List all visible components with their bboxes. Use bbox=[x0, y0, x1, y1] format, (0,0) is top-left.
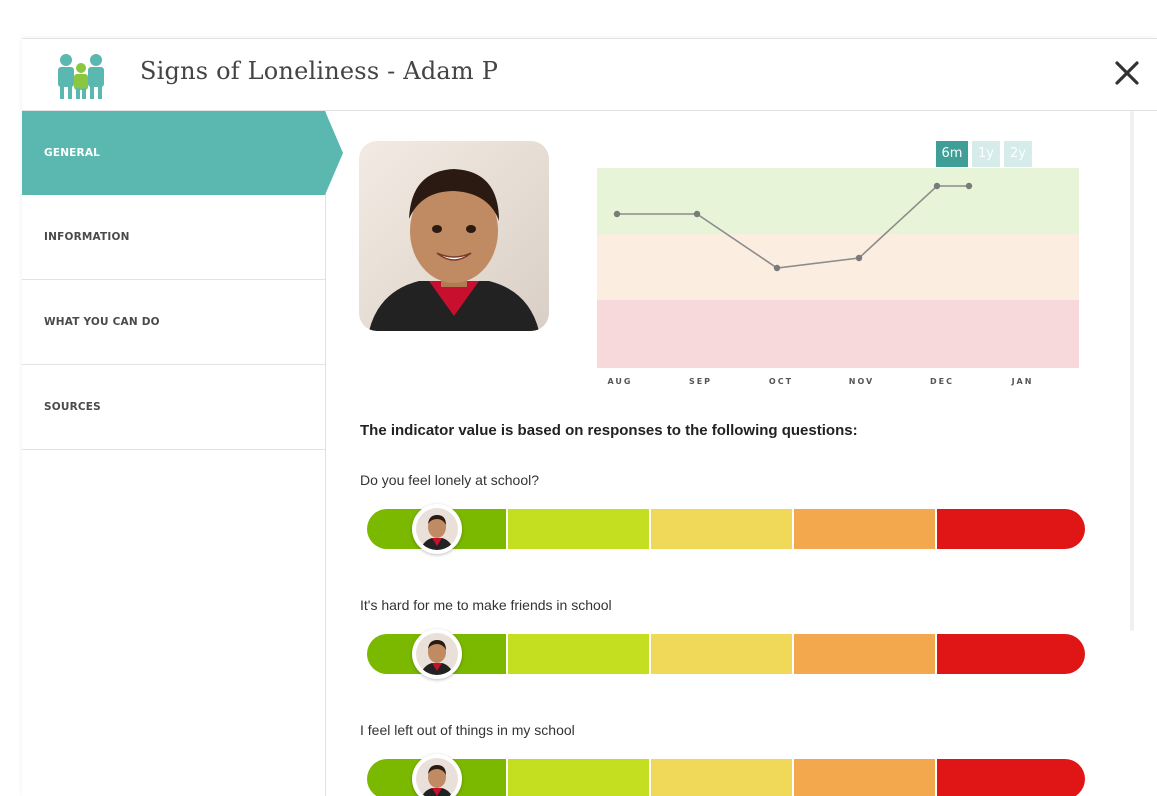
scale-segment bbox=[651, 759, 792, 796]
data-point bbox=[933, 182, 941, 190]
data-point bbox=[773, 264, 781, 272]
indicator-line-chart: AUG SEP OCT NOV DEC JAN bbox=[597, 168, 1079, 386]
sidebar-item-label: SOURCES bbox=[44, 401, 101, 413]
data-point bbox=[613, 210, 621, 218]
scale-segment bbox=[508, 509, 649, 549]
scale-segment bbox=[651, 634, 792, 674]
student-photo bbox=[359, 141, 549, 331]
modal-header: Signs of Loneliness - Adam P bbox=[22, 39, 1157, 111]
range-1y-button[interactable]: 1y bbox=[972, 141, 1000, 167]
main-content: 6m 1y 2y AUG SEP OCT NOV DEC JAN The indicato… bbox=[326, 111, 1126, 796]
response-scale bbox=[367, 634, 1085, 674]
sidebar-item-label: WHAT YOU CAN DO bbox=[44, 316, 160, 328]
sidebar-item-what-you-can-do[interactable]: WHAT YOU CAN DO bbox=[22, 280, 325, 365]
scale-segment bbox=[937, 759, 1085, 796]
question-label: It's hard for me to make friends in scho… bbox=[360, 597, 612, 613]
data-point bbox=[965, 182, 973, 190]
student-marker-avatar bbox=[412, 754, 462, 796]
sidebar-item-label: INFORMATION bbox=[44, 231, 130, 243]
student-marker-avatar bbox=[412, 504, 462, 554]
scale-segment bbox=[651, 509, 792, 549]
scale-segment bbox=[794, 634, 935, 674]
page-title: Signs of Loneliness - Adam P bbox=[140, 57, 499, 85]
x-tick-label: AUG bbox=[607, 377, 632, 386]
chart-band bbox=[597, 234, 1079, 300]
content-scrollbar[interactable] bbox=[1126, 111, 1138, 796]
range-6m-button[interactable]: 6m bbox=[936, 141, 968, 167]
scale-segment bbox=[937, 509, 1085, 549]
close-icon[interactable] bbox=[1112, 58, 1142, 88]
chart-band bbox=[597, 300, 1079, 368]
x-tick-label: NOV bbox=[849, 377, 874, 386]
scale-segment bbox=[508, 759, 649, 796]
sidebar: GENERAL INFORMATION WHAT YOU CAN DO SOUR… bbox=[22, 111, 326, 796]
data-point bbox=[855, 254, 863, 262]
indicator-modal: Signs of Loneliness - Adam P GENERAL INF… bbox=[22, 38, 1157, 796]
x-tick-label: OCT bbox=[769, 377, 793, 386]
response-scale bbox=[367, 509, 1085, 549]
x-tick-label: JAN bbox=[1011, 377, 1034, 386]
student-marker-avatar bbox=[412, 629, 462, 679]
x-tick-label: SEP bbox=[689, 377, 712, 386]
chart-band bbox=[597, 168, 1079, 234]
sidebar-item-sources[interactable]: SOURCES bbox=[22, 365, 325, 450]
scale-segment bbox=[794, 509, 935, 549]
response-scale bbox=[367, 759, 1085, 796]
scale-segment bbox=[508, 634, 649, 674]
question-label: I feel left out of things in my school bbox=[360, 722, 575, 738]
question-label: Do you feel lonely at school? bbox=[360, 472, 539, 488]
sidebar-item-general[interactable]: GENERAL bbox=[22, 111, 325, 195]
scale-segment bbox=[937, 634, 1085, 674]
scrollbar-thumb[interactable] bbox=[1130, 111, 1134, 631]
scale-segment bbox=[794, 759, 935, 796]
sidebar-item-information[interactable]: INFORMATION bbox=[22, 195, 325, 280]
range-2y-button[interactable]: 2y bbox=[1004, 141, 1032, 167]
family-group-icon bbox=[58, 54, 104, 99]
x-tick-label: DEC bbox=[930, 377, 954, 386]
questions-heading: The indicator value is based on response… bbox=[360, 422, 858, 439]
data-point bbox=[693, 210, 701, 218]
sidebar-item-label: GENERAL bbox=[44, 147, 101, 159]
